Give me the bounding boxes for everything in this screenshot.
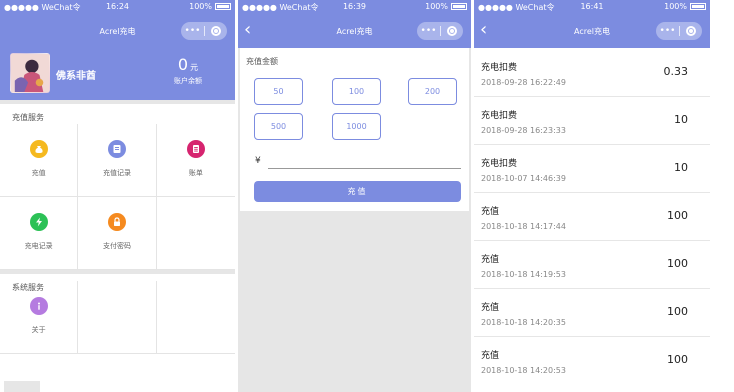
recharge-grid: 充值 充值记录 账单 充电记录 支付密码 <box>0 124 235 270</box>
list-item[interactable]: 充值 2018-10-18 14:19:53 100 <box>474 242 710 289</box>
battery-percent: 100% <box>189 2 212 11</box>
list-item[interactable]: 充值 2018-10-18 14:17:44 100 <box>474 194 710 241</box>
grid-item-empty <box>156 197 235 270</box>
grid-item-label: 支付密码 <box>102 242 131 250</box>
capsule-target-icon[interactable] <box>680 26 702 36</box>
amount-option-200[interactable]: 200 <box>408 78 457 105</box>
list-item[interactable]: 充值 2018-10-18 14:20:35 100 <box>474 290 710 337</box>
record-date: 2018-10-18 14:19:53 <box>481 270 566 279</box>
grid-item-label: 账单 <box>188 169 203 177</box>
grid-item-recharge-record[interactable]: 充值记录 <box>78 124 157 197</box>
record-title: 充电扣费 <box>481 63 518 73</box>
balance-amount: 0 <box>177 55 189 74</box>
battery-percent: 100% <box>664 2 687 11</box>
battery-icon <box>690 3 706 10</box>
username: 佛系非酋 <box>56 71 96 82</box>
battery-percent: 100% <box>425 2 448 11</box>
money-bag-icon <box>29 140 48 158</box>
amount-option-50[interactable]: 50 <box>254 78 303 105</box>
record-title: 充值 <box>481 303 500 313</box>
more-dots-icon[interactable]: ••• <box>417 26 440 36</box>
lightning-icon <box>29 213 48 231</box>
recharge-screen: ●●●●● WeChat令 16:39 100% ‹ Acrel充电 ••• 充… <box>238 0 471 392</box>
status-bar: ●●●●● WeChat令 16:24 100% <box>0 0 235 14</box>
more-dots-icon[interactable]: ••• <box>181 26 204 36</box>
status-bar: ●●●●● WeChat令 16:39 100% <box>238 0 471 14</box>
bottom-tab-stub <box>4 381 40 392</box>
status-bar: ●●●●● WeChat令 16:41 100% <box>474 0 710 14</box>
record-date: 2018-10-18 14:20:35 <box>481 318 566 327</box>
grid-item-about[interactable]: 关于 <box>0 281 79 354</box>
mini-program-capsule: ••• <box>417 22 463 40</box>
record-date: 2018-10-18 14:20:53 <box>481 366 566 375</box>
list-item[interactable]: 充电扣费 2018-10-07 14:46:39 10 <box>474 146 710 193</box>
grid-item-label: 充值记录 <box>102 169 131 177</box>
battery-indicator: 100% <box>664 2 706 11</box>
record-amount: 10 <box>674 161 688 174</box>
grid-item-label: 关于 <box>31 326 46 334</box>
record-title: 充值 <box>481 255 500 265</box>
balance-label: 账户余额 <box>174 77 202 85</box>
grid-item-charging-record[interactable]: 充电记录 <box>0 197 79 270</box>
record-date: 2018-09-28 16:23:33 <box>481 126 566 135</box>
user-avatar[interactable] <box>10 53 50 93</box>
record-date: 2018-10-07 14:46:39 <box>481 174 566 183</box>
record-amount: 100 <box>667 305 688 318</box>
records-screen: ●●●●● WeChat令 16:41 100% ‹ Acrel充电 ••• 充… <box>474 0 710 392</box>
mini-program-capsule: ••• <box>656 22 702 40</box>
record-title: 充电扣费 <box>481 111 518 121</box>
record-title: 充值 <box>481 351 500 361</box>
list-item[interactable]: 充电扣费 2018-09-28 16:23:33 10 <box>474 98 710 145</box>
custom-amount-input[interactable] <box>268 168 461 169</box>
recharge-submit-button[interactable]: 充值 <box>254 181 461 202</box>
record-title: 充值 <box>481 207 500 217</box>
record-amount: 100 <box>667 209 688 222</box>
record-amount: 100 <box>667 353 688 366</box>
amount-option-1000[interactable]: 1000 <box>332 113 381 140</box>
list-item[interactable]: 充值 2018-10-18 14:20:53 100 <box>474 338 710 385</box>
grid-item-recharge[interactable]: 充值 <box>0 124 79 197</box>
account-screen: ●●●●● WeChat令 16:24 100% Acrel充电 ••• 佛系非… <box>0 0 235 392</box>
balance-display: 0元 账户余额 <box>174 55 202 86</box>
recharge-card: 充值金额 50 100 200 500 1000 ¥ 充值 <box>240 48 469 211</box>
battery-icon <box>451 3 467 10</box>
recharge-amount-caption: 充值金额 <box>246 57 278 66</box>
battery-indicator: 100% <box>189 2 231 11</box>
grid-item-empty <box>156 281 235 354</box>
record-date: 2018-09-28 16:22:49 <box>481 78 566 87</box>
record-date: 2018-10-18 14:17:44 <box>481 222 566 231</box>
capsule-target-icon[interactable] <box>441 26 463 36</box>
lock-icon <box>107 213 126 231</box>
record-amount: 10 <box>674 113 688 126</box>
mini-program-capsule: ••• <box>181 22 227 40</box>
section-title-recharge: 充值服务 <box>0 100 235 124</box>
amount-option-100[interactable]: 100 <box>332 78 381 105</box>
capsule-target-icon[interactable] <box>205 26 227 36</box>
grid-item-label: 充电记录 <box>24 242 53 250</box>
grid-item-bill[interactable]: 账单 <box>156 124 235 197</box>
grid-item-label: 充值 <box>31 169 46 177</box>
nav-bar: Acrel充电 ••• <box>0 14 235 48</box>
battery-indicator: 100% <box>425 2 467 11</box>
bill-icon <box>186 140 205 158</box>
nav-bar: ‹ Acrel充电 ••• <box>474 14 710 48</box>
record-amount: 0.33 <box>663 65 689 78</box>
info-icon <box>29 297 48 315</box>
more-dots-icon[interactable]: ••• <box>656 26 679 36</box>
grid-item-pay-password[interactable]: 支付密码 <box>78 197 157 270</box>
system-grid: 关于 <box>0 281 235 354</box>
nav-bar: ‹ Acrel充电 ••• <box>238 14 471 48</box>
record-amount: 100 <box>667 257 688 270</box>
record-title: 充电扣费 <box>481 159 518 169</box>
grid-item-empty <box>78 281 157 354</box>
battery-icon <box>215 3 231 10</box>
wallet-record-icon <box>107 140 126 158</box>
list-item[interactable]: 充电扣费 2018-09-28 16:22:49 0.33 <box>474 50 710 97</box>
amount-option-500[interactable]: 500 <box>254 113 303 140</box>
balance-unit: 元 <box>190 63 199 72</box>
currency-symbol: ¥ <box>255 156 261 166</box>
